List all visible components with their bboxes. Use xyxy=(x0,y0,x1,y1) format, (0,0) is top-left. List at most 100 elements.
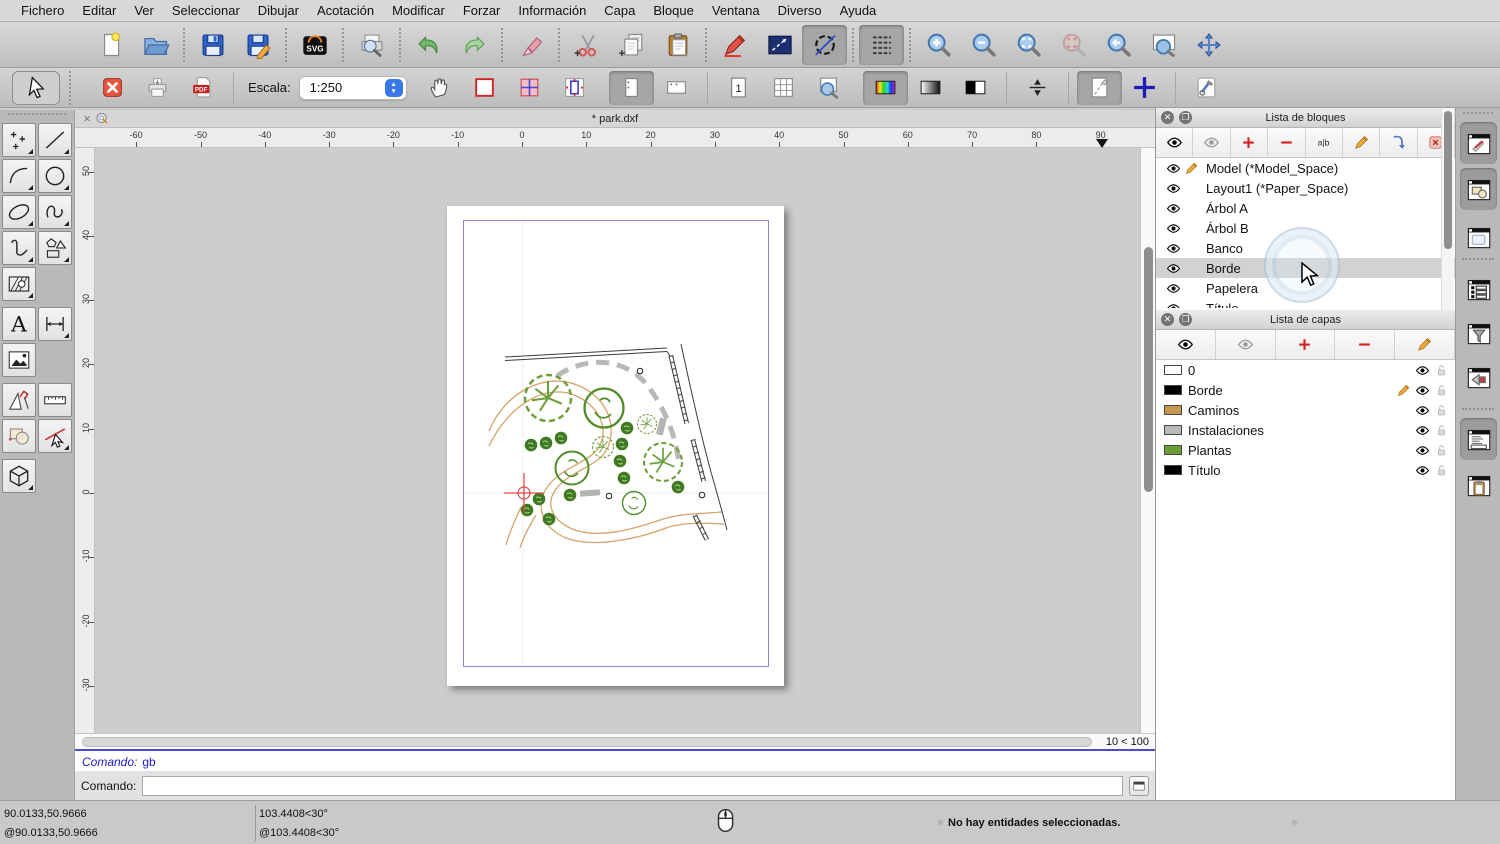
cut-button[interactable] xyxy=(565,25,610,65)
menu-capa[interactable]: Capa xyxy=(595,3,644,18)
color-grayscale-button[interactable] xyxy=(908,71,953,105)
redo-button[interactable] xyxy=(451,25,496,65)
paste-button[interactable] xyxy=(655,25,700,65)
select-pointer-button[interactable] xyxy=(12,70,60,105)
visibility-eye-icon[interactable] xyxy=(1164,181,1182,196)
page-single-button[interactable]: 1 xyxy=(716,71,761,105)
visibility-eye-icon[interactable] xyxy=(1415,383,1430,398)
undo-button[interactable] xyxy=(406,25,451,65)
canvas-horizontal-scrollbar[interactable]: 10 < 100 xyxy=(75,733,1155,749)
toolbar-drag-handle[interactable] xyxy=(1463,112,1493,114)
visibility-eye-icon[interactable] xyxy=(1415,463,1430,478)
color-full-button[interactable] xyxy=(862,70,908,105)
toggle-visibility-button[interactable] xyxy=(1156,330,1216,359)
color-blackwhite-button[interactable] xyxy=(953,71,998,105)
shape-tools-button[interactable] xyxy=(38,231,72,265)
layer-row[interactable]: Caminos xyxy=(1156,400,1455,420)
polyline-tools-button[interactable] xyxy=(2,231,36,265)
visibility-eye-icon[interactable] xyxy=(1415,443,1430,458)
circle-tools-button[interactable] xyxy=(38,159,72,193)
rename-block-button[interactable]: a|b xyxy=(1305,128,1343,157)
block-row[interactable]: Árbol A xyxy=(1156,198,1455,218)
lock-icon[interactable] xyxy=(1434,443,1449,458)
zoom-auto-button[interactable] xyxy=(1006,25,1051,65)
visibility-eye-icon[interactable] xyxy=(1164,301,1182,308)
measure-tool-button[interactable] xyxy=(38,383,72,417)
zoom-page-button[interactable] xyxy=(806,71,851,105)
canvas-vertical-scrollbar[interactable] xyxy=(1140,148,1155,733)
lock-icon[interactable] xyxy=(1434,383,1449,398)
command-window-toggle-button[interactable] xyxy=(1129,775,1149,796)
line-tools-button[interactable] xyxy=(38,123,72,157)
layer-row[interactable]: Plantas xyxy=(1156,440,1455,460)
block-row[interactable]: Layout1 (*Paper_Space) xyxy=(1156,178,1455,198)
block-scroll-handle[interactable] xyxy=(1444,111,1452,249)
float-panel-icon[interactable]: ❐ xyxy=(1179,313,1192,326)
visibility-eye-icon[interactable] xyxy=(1164,221,1182,236)
horizontal-scroll-handle[interactable] xyxy=(82,737,1092,747)
remove-block-button[interactable] xyxy=(1268,128,1306,157)
lock-icon[interactable] xyxy=(1434,423,1449,438)
page-portrait-button[interactable] xyxy=(608,70,654,105)
lock-icon[interactable] xyxy=(1434,463,1449,478)
command-input[interactable] xyxy=(142,775,1123,796)
hatch-tool-button[interactable] xyxy=(2,267,36,301)
dock-library-browser-button[interactable] xyxy=(1460,168,1497,210)
visibility-eye-icon[interactable] xyxy=(1415,403,1430,418)
paper-border-button[interactable] xyxy=(462,71,507,105)
zoom-previous-button[interactable] xyxy=(1096,25,1141,65)
image-tool-button[interactable] xyxy=(2,343,36,377)
zoom-selection-button[interactable] xyxy=(1051,25,1096,65)
dock-preview-button[interactable] xyxy=(1460,216,1497,258)
block-row[interactable]: Model (*Model_Space) xyxy=(1156,158,1455,178)
dock-projection-button[interactable] xyxy=(1460,356,1497,398)
eraser-button[interactable] xyxy=(508,25,553,65)
lock-icon[interactable] xyxy=(1434,403,1449,418)
pen-edit-button[interactable] xyxy=(712,25,757,65)
add-block-button[interactable] xyxy=(1230,128,1269,157)
menu-fichero[interactable]: Fichero xyxy=(12,3,73,18)
zoom-pan-button[interactable] xyxy=(1186,25,1231,65)
dock-selection-filter-button[interactable] xyxy=(1460,312,1497,354)
page-landscape-button[interactable] xyxy=(654,71,699,105)
menu-seleccionar[interactable]: Seleccionar xyxy=(163,3,249,18)
edit-block-button[interactable] xyxy=(1342,128,1381,157)
arc-tools-button[interactable] xyxy=(2,159,36,193)
save-as-button[interactable] xyxy=(235,25,280,65)
hide-all-button[interactable] xyxy=(1193,128,1231,157)
scale-select[interactable]: 1:250 ▲ ▼ xyxy=(298,75,407,100)
visibility-eye-icon[interactable] xyxy=(1164,201,1182,216)
stepper-icon[interactable]: ▲ ▼ xyxy=(384,79,403,97)
modify-tools-button[interactable] xyxy=(38,419,72,453)
menu-informacion[interactable]: Información xyxy=(509,3,595,18)
paper-overlay-button[interactable] xyxy=(507,71,552,105)
float-panel-icon[interactable]: ❐ xyxy=(1179,111,1192,124)
edit-layer-button[interactable] xyxy=(1395,330,1455,359)
layer-row[interactable]: 0 xyxy=(1156,360,1455,380)
menu-dibujar[interactable]: Dibujar xyxy=(249,3,308,18)
point-tools-button[interactable] xyxy=(2,123,36,157)
dock-command-line-button[interactable] xyxy=(1460,418,1497,460)
copy-button[interactable] xyxy=(610,25,655,65)
menu-forzar[interactable]: Forzar xyxy=(454,3,510,18)
toggle-visibility-button[interactable] xyxy=(1156,128,1194,157)
text-tool-button[interactable]: A xyxy=(2,307,36,341)
menu-modificar[interactable]: Modificar xyxy=(383,3,454,18)
layer-row[interactable]: Título xyxy=(1156,460,1455,480)
print-button[interactable] xyxy=(135,71,180,105)
close-panel-icon[interactable]: ✕ xyxy=(1161,313,1174,326)
dock-block-list-button[interactable] xyxy=(1460,268,1497,310)
visibility-eye-icon[interactable] xyxy=(1164,241,1182,256)
lock-icon[interactable] xyxy=(1434,363,1449,378)
remove-layer-button[interactable] xyxy=(1335,330,1396,359)
visibility-eye-icon[interactable] xyxy=(1164,281,1182,296)
menu-bloque[interactable]: Bloque xyxy=(644,3,702,18)
visibility-eye-icon[interactable] xyxy=(1164,161,1182,176)
menu-ayuda[interactable]: Ayuda xyxy=(831,3,886,18)
crosshair-pointer-button[interactable] xyxy=(1122,71,1167,105)
ellipse-tools-button[interactable] xyxy=(2,195,36,229)
menu-diverso[interactable]: Diverso xyxy=(769,3,831,18)
open-folder-button[interactable] xyxy=(133,25,178,65)
hide-all-button[interactable] xyxy=(1215,330,1276,359)
dock-property-editor-button[interactable] xyxy=(1460,122,1497,164)
